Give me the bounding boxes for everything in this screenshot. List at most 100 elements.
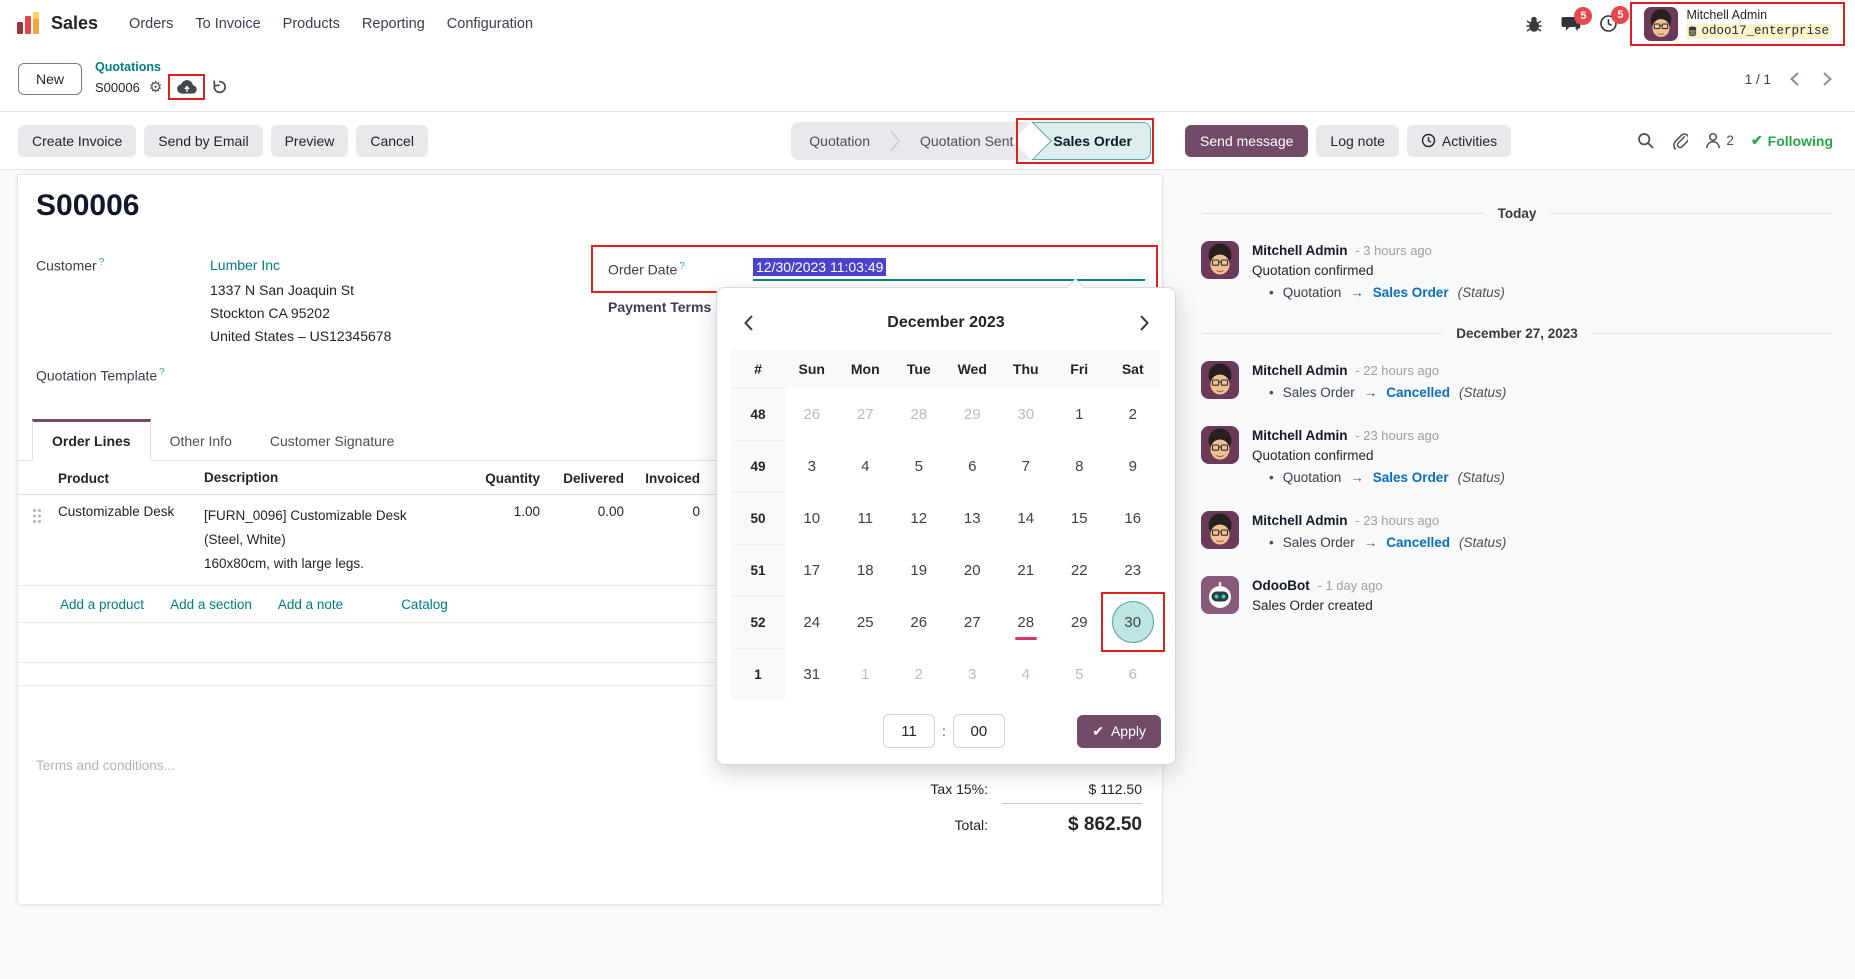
calendar-day[interactable]: 13: [946, 492, 1000, 544]
calendar-day[interactable]: 19: [892, 544, 946, 596]
user-menu[interactable]: Mitchell Admin odoo17_enterprise: [1630, 1, 1845, 46]
menu-reporting[interactable]: Reporting: [351, 9, 436, 39]
preview-button[interactable]: Preview: [270, 124, 349, 157]
new-button[interactable]: New: [18, 63, 83, 95]
cancel-button[interactable]: Cancel: [356, 124, 428, 157]
calendar-day[interactable]: 5: [892, 440, 946, 492]
calendar-day[interactable]: 3: [946, 648, 1000, 700]
calendar-day[interactable]: 2: [892, 648, 946, 700]
customer-link[interactable]: Lumber Inc: [210, 257, 280, 273]
add-a-section-link[interactable]: Add a section: [170, 597, 252, 612]
send-message-button[interactable]: Send message: [1185, 124, 1309, 157]
hour-input[interactable]: [883, 714, 935, 748]
calendar-day[interactable]: 11: [839, 492, 893, 544]
message-author[interactable]: Mitchell Admin: [1252, 243, 1348, 258]
calendar-day[interactable]: 30: [999, 388, 1053, 440]
menu-orders[interactable]: Orders: [118, 9, 184, 39]
message-author[interactable]: OdooBot: [1252, 578, 1310, 593]
calendar-day[interactable]: 29: [1053, 596, 1107, 648]
terms-placeholder[interactable]: Terms and conditions...: [36, 758, 175, 773]
create-invoice-button[interactable]: Create Invoice: [18, 124, 137, 157]
calendar-day[interactable]: 24: [785, 596, 839, 648]
cell-product[interactable]: Customizable Desk: [58, 504, 204, 576]
order-date-input[interactable]: 12/30/2023 11:03:49: [753, 257, 1145, 281]
col-quantity[interactable]: Quantity: [474, 471, 540, 486]
breadcrumb-quotations[interactable]: Quotations: [95, 60, 227, 74]
app-brand[interactable]: Sales: [16, 11, 98, 36]
gear-icon[interactable]: ⚙: [149, 80, 162, 95]
calendar-day[interactable]: 29: [946, 388, 1000, 440]
calendar-day[interactable]: 10: [785, 492, 839, 544]
calendar-day[interactable]: 20: [946, 544, 1000, 596]
followers-count[interactable]: 2: [1726, 133, 1734, 148]
calendar-day[interactable]: 1: [1053, 388, 1107, 440]
menu-products[interactable]: Products: [272, 9, 351, 39]
calendar-day[interactable]: 8: [1053, 440, 1107, 492]
calendar-day[interactable]: 5: [1053, 648, 1107, 700]
debug-bug-icon[interactable]: [1525, 15, 1543, 33]
menu-configuration[interactable]: Configuration: [436, 9, 544, 39]
calendar-day[interactable]: 27: [946, 596, 1000, 648]
calendar-day[interactable]: 26: [785, 388, 839, 440]
calendar-day[interactable]: 23: [1106, 544, 1160, 596]
add-a-product-link[interactable]: Add a product: [60, 597, 144, 612]
add-a-note-link[interactable]: Add a note: [278, 597, 343, 612]
messages-icon[interactable]: 5: [1561, 6, 1593, 33]
col-invoiced[interactable]: Invoiced: [624, 471, 700, 486]
calendar-day[interactable]: 28: [892, 388, 946, 440]
pager-previous-icon[interactable]: [1785, 67, 1804, 91]
tab-order-lines[interactable]: Order Lines: [32, 419, 151, 461]
tab-customer-signature[interactable]: Customer Signature: [251, 422, 414, 460]
cloud-save-icon[interactable]: [176, 79, 197, 95]
calendar-day[interactable]: 1: [839, 648, 893, 700]
cell-description[interactable]: [FURN_0096] Customizable Desk (Steel, Wh…: [204, 504, 474, 576]
status-step-sales-order[interactable]: Sales Order: [1016, 117, 1154, 164]
calendar-day[interactable]: 14: [999, 492, 1053, 544]
calendar-day[interactable]: 7: [999, 440, 1053, 492]
menu-to-invoice[interactable]: To Invoice: [184, 9, 271, 39]
discard-undo-icon[interactable]: [211, 79, 227, 95]
paperclip-icon[interactable]: [1672, 132, 1689, 150]
calendar-day[interactable]: 4: [839, 440, 893, 492]
calendar-day-selected[interactable]: 30: [1101, 592, 1165, 652]
message-author[interactable]: Mitchell Admin: [1252, 428, 1348, 443]
message-author[interactable]: Mitchell Admin: [1252, 363, 1348, 378]
drag-handle-icon[interactable]: [32, 504, 58, 576]
followers-icon[interactable]: [1705, 132, 1721, 149]
calendar-day[interactable]: 21: [999, 544, 1053, 596]
pager-next-icon[interactable]: [1818, 67, 1837, 91]
previous-month-icon[interactable]: [731, 314, 765, 332]
calendar-day[interactable]: 2: [1106, 388, 1160, 440]
calendar-day[interactable]: 9: [1106, 440, 1160, 492]
calendar-day[interactable]: 15: [1053, 492, 1107, 544]
catalog-link[interactable]: Catalog: [401, 597, 448, 612]
calendar-day[interactable]: 28: [999, 596, 1053, 648]
message-author[interactable]: Mitchell Admin: [1252, 513, 1348, 528]
activities-button[interactable]: Activities: [1406, 124, 1512, 157]
calendar-day[interactable]: 18: [839, 544, 893, 596]
send-by-email-button[interactable]: Send by Email: [144, 124, 263, 157]
tab-other-info[interactable]: Other Info: [151, 422, 251, 460]
calendar-day[interactable]: 25: [839, 596, 893, 648]
calendar-day[interactable]: 22: [1053, 544, 1107, 596]
app-name[interactable]: Sales: [51, 13, 98, 34]
col-description[interactable]: Description: [204, 466, 474, 490]
status-step-quotation[interactable]: Quotation: [791, 133, 888, 149]
following-toggle[interactable]: ✔ Following: [1751, 132, 1833, 149]
calendar-day[interactable]: 16: [1106, 492, 1160, 544]
calendar-day[interactable]: 17: [785, 544, 839, 596]
calendar-day[interactable]: 27: [839, 388, 893, 440]
save-cloud-wrap[interactable]: [168, 74, 206, 100]
calendar-day[interactable]: 12: [892, 492, 946, 544]
calendar-day[interactable]: 3: [785, 440, 839, 492]
apply-button[interactable]: ✔ Apply: [1077, 714, 1161, 748]
next-month-icon[interactable]: [1127, 314, 1161, 332]
log-note-button[interactable]: Log note: [1316, 124, 1399, 157]
calendar-day[interactable]: 6: [946, 440, 1000, 492]
col-product[interactable]: Product: [58, 471, 204, 486]
calendar-day[interactable]: 6: [1106, 648, 1160, 700]
calendar-day[interactable]: 4: [999, 648, 1053, 700]
minute-input[interactable]: [952, 714, 1005, 748]
calendar-day[interactable]: 31: [785, 648, 839, 700]
search-icon[interactable]: [1637, 132, 1655, 150]
